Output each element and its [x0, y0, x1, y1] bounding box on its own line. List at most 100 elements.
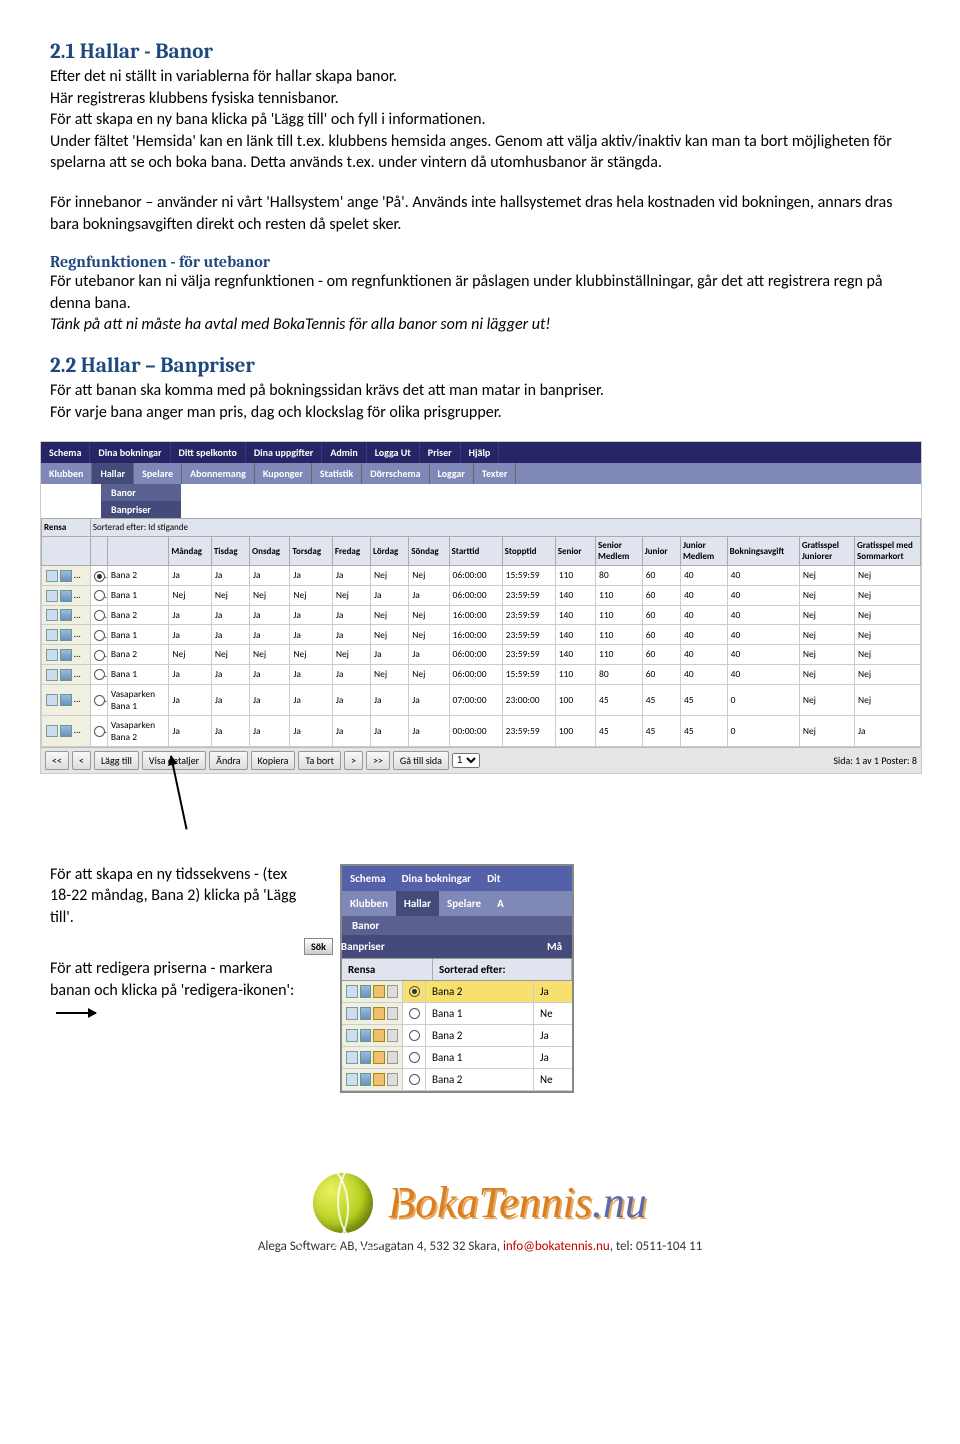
row-radio[interactable]	[94, 669, 105, 680]
view-icon[interactable]	[46, 609, 58, 621]
delete-icon[interactable]	[387, 1007, 399, 1020]
view-icon[interactable]	[346, 1007, 358, 1020]
edit-icon[interactable]	[360, 1029, 372, 1042]
row-radio[interactable]	[409, 1008, 420, 1019]
table-row[interactable]: Bana 1JaJaJaJaJaNejNej06:00:0015:59:5911…	[42, 664, 921, 684]
row-radio[interactable]	[94, 650, 105, 661]
row-radio[interactable]	[94, 726, 105, 737]
edit-icon[interactable]	[60, 570, 72, 582]
subnav-texter[interactable]: Texter	[474, 463, 517, 484]
delete-icon[interactable]	[387, 985, 399, 998]
view-icon[interactable]	[46, 694, 58, 706]
edit-icon[interactable]	[60, 694, 72, 706]
view-icon[interactable]	[46, 629, 58, 641]
delete-button[interactable]: Ta bort	[298, 751, 341, 770]
view-icon[interactable]	[46, 590, 58, 602]
view-icon[interactable]	[46, 570, 58, 582]
nav-dina bokningar[interactable]: Dina bokningar	[90, 442, 170, 463]
mini-row[interactable]: Bana 2Ne	[342, 1069, 572, 1091]
edit-icon[interactable]	[360, 1051, 372, 1064]
edit-icon[interactable]	[60, 629, 72, 641]
prev-page-button[interactable]: <	[72, 751, 91, 770]
submenu-banpriser[interactable]: Banpriser	[101, 501, 181, 518]
subnav-hallar[interactable]: Hallar	[92, 463, 134, 484]
last-page-button[interactable]: >>	[366, 751, 390, 770]
delete-icon[interactable]	[387, 1051, 399, 1064]
th-rensa[interactable]: Rensa	[42, 519, 91, 537]
table-row[interactable]: Bana 2JaJaJaJaJaNejNej06:00:0015:59:5911…	[42, 566, 921, 586]
edit-icon[interactable]	[60, 669, 72, 681]
mini-row[interactable]: Bana 1Ne	[342, 1003, 572, 1025]
subnav-dörrschema[interactable]: Dörrschema	[362, 463, 429, 484]
mini-sub-banpriser[interactable]: Sök Banpriser Må	[342, 935, 572, 958]
nav-dina uppgifter[interactable]: Dina uppgifter	[246, 442, 322, 463]
nav-admin[interactable]: Admin	[322, 442, 366, 463]
copy-button[interactable]: Kopiera	[251, 751, 296, 770]
row-radio[interactable]	[94, 695, 105, 706]
delete-icon[interactable]	[387, 1029, 399, 1042]
row-radio[interactable]	[94, 590, 105, 601]
edit-icon[interactable]	[360, 985, 372, 998]
table-row[interactable]: Vasaparken Bana 1JaJaJaJaJaJaJa07:00:002…	[42, 684, 921, 715]
sok-button[interactable]: Sök	[304, 938, 333, 955]
nav-schema[interactable]: Schema	[41, 442, 90, 463]
edit-icon[interactable]	[60, 725, 72, 737]
view-icon[interactable]	[346, 1073, 358, 1086]
row-radio[interactable]	[409, 986, 420, 997]
subnav-kuponger[interactable]: Kuponger	[255, 463, 312, 484]
first-page-button[interactable]: <<	[45, 751, 69, 770]
edit-icon[interactable]	[360, 1007, 372, 1020]
row-radio[interactable]	[409, 1074, 420, 1085]
view-icon[interactable]	[46, 669, 58, 681]
subheading-regn: Regnfunktionen - för utebanor	[50, 253, 910, 271]
nav-top: SchemaDina bokningarDitt spelkontoDina u…	[41, 442, 921, 463]
view-icon[interactable]	[346, 1051, 358, 1064]
table-row[interactable]: Bana 2JaJaJaJaJaNejNej16:00:0023:59:5914…	[42, 605, 921, 625]
mini-sub-banor[interactable]: Banor	[342, 916, 572, 935]
row-radio[interactable]	[94, 571, 105, 582]
page-select[interactable]: 1	[452, 753, 480, 768]
mini-th-rensa[interactable]: Rensa	[342, 959, 433, 980]
table-row[interactable]: Vasaparken Bana 2JaJaJaJaJaJaJa00:00:002…	[42, 715, 921, 746]
add-button[interactable]: Lägg till	[94, 751, 139, 770]
nav-logga ut[interactable]: Logga Ut	[367, 442, 420, 463]
subnav-spelare[interactable]: Spelare	[134, 463, 182, 484]
goto-page-button[interactable]: Gå till sida	[393, 751, 449, 770]
subnav-loggar[interactable]: Loggar	[430, 463, 474, 484]
footer-email[interactable]: info@bokatennis.nu	[503, 1239, 610, 1254]
delete-icon[interactable]	[387, 1073, 399, 1086]
nav-priser[interactable]: Priser	[420, 442, 461, 463]
row-radio[interactable]	[94, 630, 105, 641]
subnav-abonnemang[interactable]: Abonnemang	[182, 463, 255, 484]
next-page-button[interactable]: >	[344, 751, 363, 770]
edit-icon[interactable]	[60, 649, 72, 661]
table-row[interactable]: Bana 2NejNejNejNejNejJaJa06:00:0023:59:5…	[42, 645, 921, 665]
view-icon[interactable]	[46, 725, 58, 737]
subnav-klubben[interactable]: Klubben	[41, 463, 92, 484]
view-icon[interactable]	[46, 649, 58, 661]
view-icon[interactable]	[346, 985, 358, 998]
row-radio[interactable]	[94, 610, 105, 621]
nav-hjälp[interactable]: Hjälp	[461, 442, 500, 463]
mini-row[interactable]: Bana 2Ja	[342, 1025, 572, 1047]
copy-icon[interactable]	[373, 1029, 385, 1042]
mini-row[interactable]: Bana 1Ja	[342, 1047, 572, 1069]
view-icon[interactable]	[346, 1029, 358, 1042]
edit-icon[interactable]	[60, 590, 72, 602]
edit-icon[interactable]	[60, 609, 72, 621]
para-italic: Tänk på att ni måste ha avtal med BokaTe…	[50, 314, 910, 336]
edit-button[interactable]: Ändra	[209, 751, 247, 770]
row-radio[interactable]	[409, 1030, 420, 1041]
submenu-banor[interactable]: Banor	[101, 484, 181, 501]
row-radio[interactable]	[409, 1052, 420, 1063]
mini-row[interactable]: Bana 2Ja	[342, 981, 572, 1003]
table-row[interactable]: Bana 1NejNejNejNejNejJaJa06:00:0023:59:5…	[42, 585, 921, 605]
copy-icon[interactable]	[373, 1051, 385, 1064]
edit-icon[interactable]	[360, 1073, 372, 1086]
subnav-statistik[interactable]: Statistik	[312, 463, 362, 484]
copy-icon[interactable]	[373, 1073, 385, 1086]
nav-ditt spelkonto[interactable]: Ditt spelkonto	[171, 442, 246, 463]
copy-icon[interactable]	[373, 985, 385, 998]
table-row[interactable]: Bana 1JaJaJaJaJaNejNej16:00:0023:59:5914…	[42, 625, 921, 645]
copy-icon[interactable]	[373, 1007, 385, 1020]
